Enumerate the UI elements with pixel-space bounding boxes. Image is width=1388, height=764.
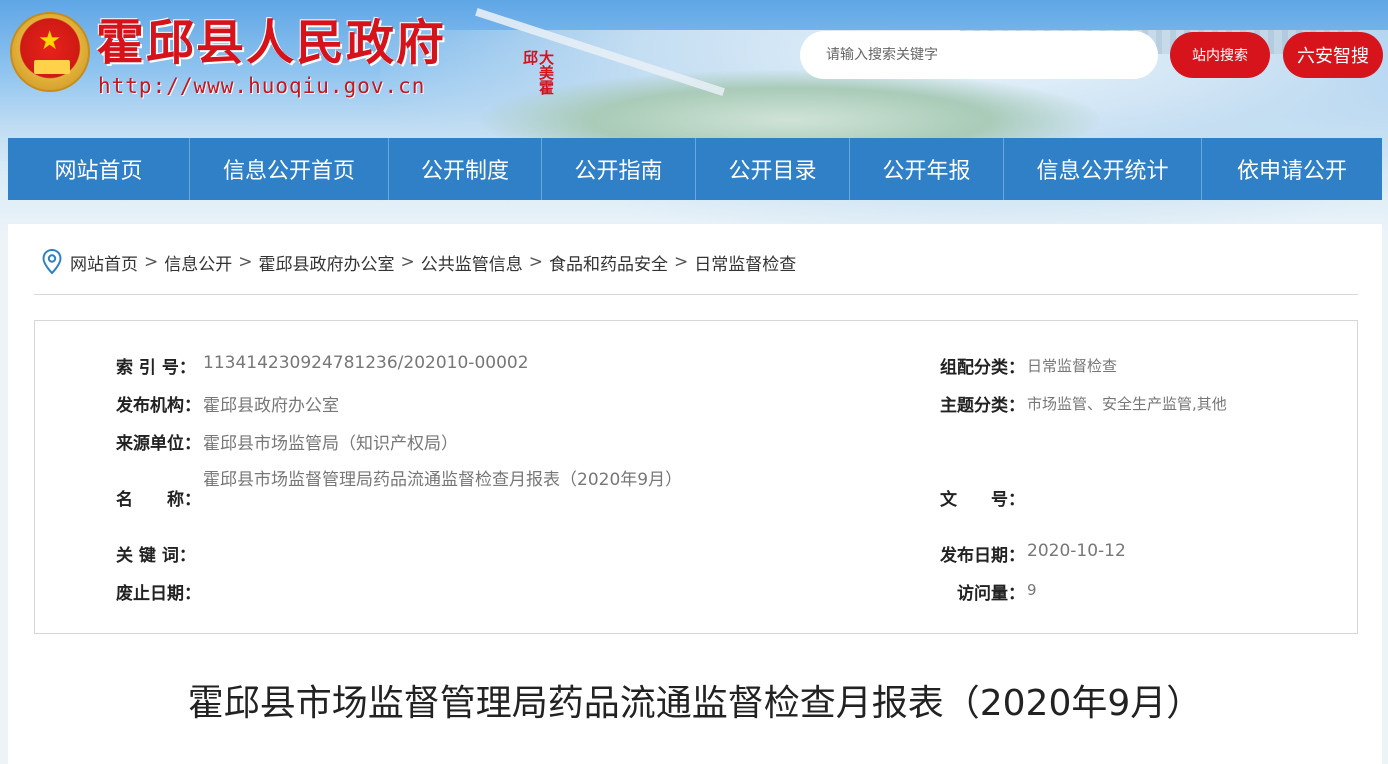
group-category-value: 日常监督检查 — [1027, 357, 1118, 375]
breadcrumb-home[interactable]: 网站首页 — [70, 250, 138, 275]
location-pin-icon — [42, 249, 62, 275]
breadcrumb-food-drug-safety[interactable]: 食品和药品安全 — [549, 250, 668, 275]
document-number-label: 文 号： — [940, 490, 1025, 510]
main-content: 网站首页 > 信息公开 > 霍邱县政府办公室 > 公共监管信息 > 食品和药品安… — [8, 224, 1382, 764]
breadcrumb-daily-inspection[interactable]: 日常监督检查 — [694, 250, 796, 275]
group-category-label: 组配分类： — [940, 358, 1025, 378]
national-emblem-icon: ★ — [10, 12, 90, 92]
breadcrumb-separator: > — [674, 252, 689, 272]
gate-icon — [34, 60, 70, 74]
keywords-label: 关 键 词： — [116, 546, 196, 566]
site-search-button[interactable]: 站内搜索 — [1170, 32, 1270, 78]
topic-category-value: 市场监管、安全生产监管,其他 — [1027, 395, 1227, 413]
document-name-value: 霍邱县市场监督管理局药品流通监督检查月报表（2020年9月） — [203, 470, 683, 490]
liuan-search-button[interactable]: 六安智搜 — [1283, 32, 1383, 78]
index-number-label: 索 引 号： — [116, 358, 196, 378]
star-icon: ★ — [38, 26, 62, 56]
nav-item-apply[interactable]: 依申请公开 — [1202, 138, 1382, 200]
nav-item-annual-report[interactable]: 公开年报 — [850, 138, 1004, 200]
divider — [34, 294, 1358, 295]
nav-item-catalog[interactable]: 公开目录 — [696, 138, 850, 200]
nav-item-home[interactable]: 网站首页 — [8, 138, 190, 200]
site-url: http://www.huoqiu.gov.cn — [98, 74, 426, 98]
document-meta-box: 索 引 号： 113414230924781236/202010-00002 发… — [34, 320, 1358, 634]
breadcrumb-separator: > — [144, 252, 159, 272]
topic-category-label: 主题分类： — [940, 396, 1025, 416]
breadcrumb-separator: > — [400, 252, 415, 272]
publish-date-value: 2020-10-12 — [1027, 541, 1126, 561]
breadcrumb-separator: > — [238, 252, 253, 272]
expiry-date-label: 废止日期： — [116, 584, 201, 604]
search-input[interactable] — [800, 31, 1158, 79]
breadcrumb-gov-office[interactable]: 霍邱县政府办公室 — [259, 250, 395, 275]
breadcrumb-public-regulation[interactable]: 公共监管信息 — [421, 250, 523, 275]
site-title[interactable]: 霍邱县人民政府 — [96, 14, 446, 72]
breadcrumb-info-public[interactable]: 信息公开 — [164, 250, 232, 275]
main-nav: 网站首页 信息公开首页 公开制度 公开指南 公开目录 公开年报 信息公开统计 依… — [8, 138, 1382, 200]
publisher-value: 霍邱县政府办公室 — [203, 396, 339, 416]
publisher-label: 发布机构： — [116, 396, 201, 416]
breadcrumb: 网站首页 > 信息公开 > 霍邱县政府办公室 > 公共监管信息 > 食品和药品安… — [42, 248, 796, 276]
view-count-label: 访问量： — [957, 584, 1025, 604]
seal-logo: 大美霍邱 — [521, 50, 555, 95]
nav-item-info-home[interactable]: 信息公开首页 — [190, 138, 389, 200]
nav-item-system[interactable]: 公开制度 — [389, 138, 542, 200]
nav-item-guide[interactable]: 公开指南 — [542, 138, 696, 200]
publish-date-label: 发布日期： — [940, 546, 1025, 566]
breadcrumb-separator: > — [528, 252, 543, 272]
nav-item-statistics[interactable]: 信息公开统计 — [1004, 138, 1202, 200]
index-number-value: 113414230924781236/202010-00002 — [203, 353, 529, 373]
article-title: 霍邱县市场监督管理局药品流通监督检查月报表（2020年9月） — [187, 683, 1203, 724]
view-count-value: 9 — [1027, 581, 1037, 599]
document-name-label: 名 称： — [116, 490, 201, 510]
source-value: 霍邱县市场监管局（知识产权局） — [203, 434, 458, 454]
source-label: 来源单位： — [116, 434, 201, 454]
